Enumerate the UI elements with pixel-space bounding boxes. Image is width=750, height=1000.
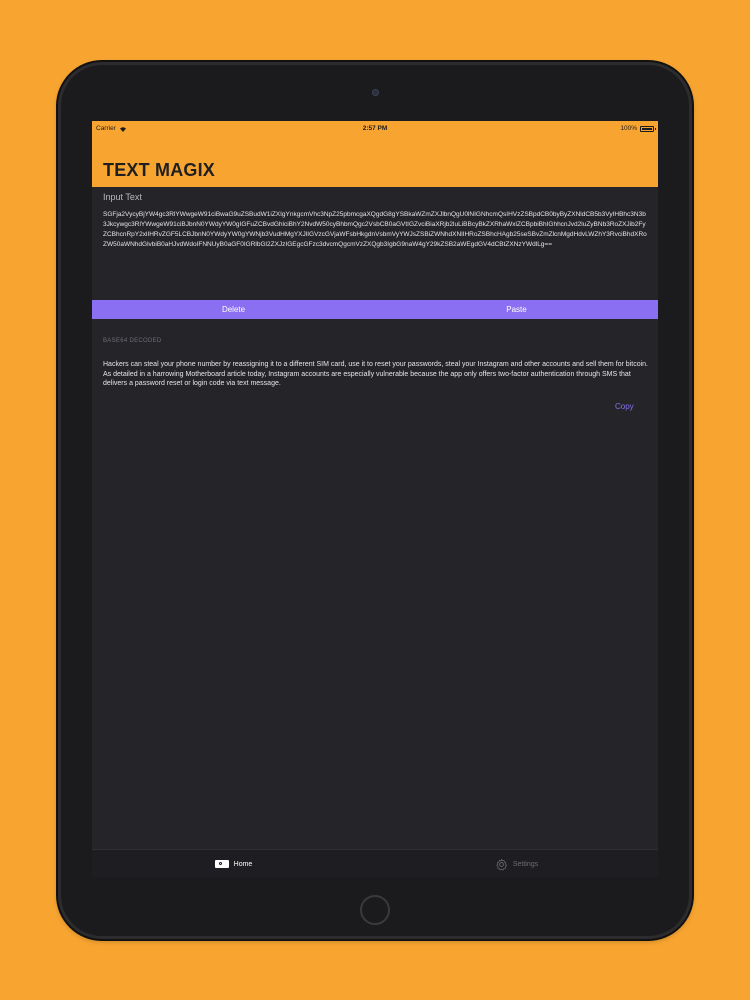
tab-bar: Home Settings bbox=[92, 849, 658, 877]
tab-settings[interactable]: Settings bbox=[375, 850, 658, 877]
copy-button[interactable]: Copy bbox=[615, 402, 634, 411]
action-bar: Delete Paste bbox=[92, 300, 658, 319]
status-battery: 100% bbox=[620, 125, 656, 132]
device-home-button[interactable] bbox=[360, 895, 390, 925]
tab-home-label: Home bbox=[233, 860, 253, 868]
app-header: Carrier 2:57 PM 100% TEXT MAGIX bbox=[92, 121, 658, 187]
paste-button[interactable]: Paste bbox=[375, 300, 658, 319]
input-label: Input Text bbox=[103, 192, 142, 202]
home-icon bbox=[214, 860, 229, 868]
app-screen: Carrier 2:57 PM 100% TEXT MAGIX Input Te… bbox=[92, 121, 658, 877]
delete-button[interactable]: Delete bbox=[92, 300, 375, 319]
battery-percent: 100% bbox=[620, 125, 637, 132]
front-camera bbox=[372, 89, 379, 96]
gear-icon bbox=[496, 858, 507, 870]
status-time: 2:57 PM bbox=[362, 125, 388, 132]
decoded-section-label: BASE64 DECODED bbox=[103, 338, 162, 344]
tab-home[interactable]: Home bbox=[92, 850, 375, 877]
input-text-area[interactable]: SGFja2VycyBjYW4gc3RlYWwgeW91ciBwaG9uZSBu… bbox=[103, 210, 648, 250]
status-bar: Carrier 2:57 PM 100% bbox=[92, 121, 658, 135]
tab-settings-label: Settings bbox=[512, 860, 539, 868]
page-title: TEXT MAGIX bbox=[103, 160, 216, 180]
battery-icon bbox=[640, 125, 656, 132]
decoded-text: Hackers can steal your phone number by r… bbox=[103, 361, 648, 387]
